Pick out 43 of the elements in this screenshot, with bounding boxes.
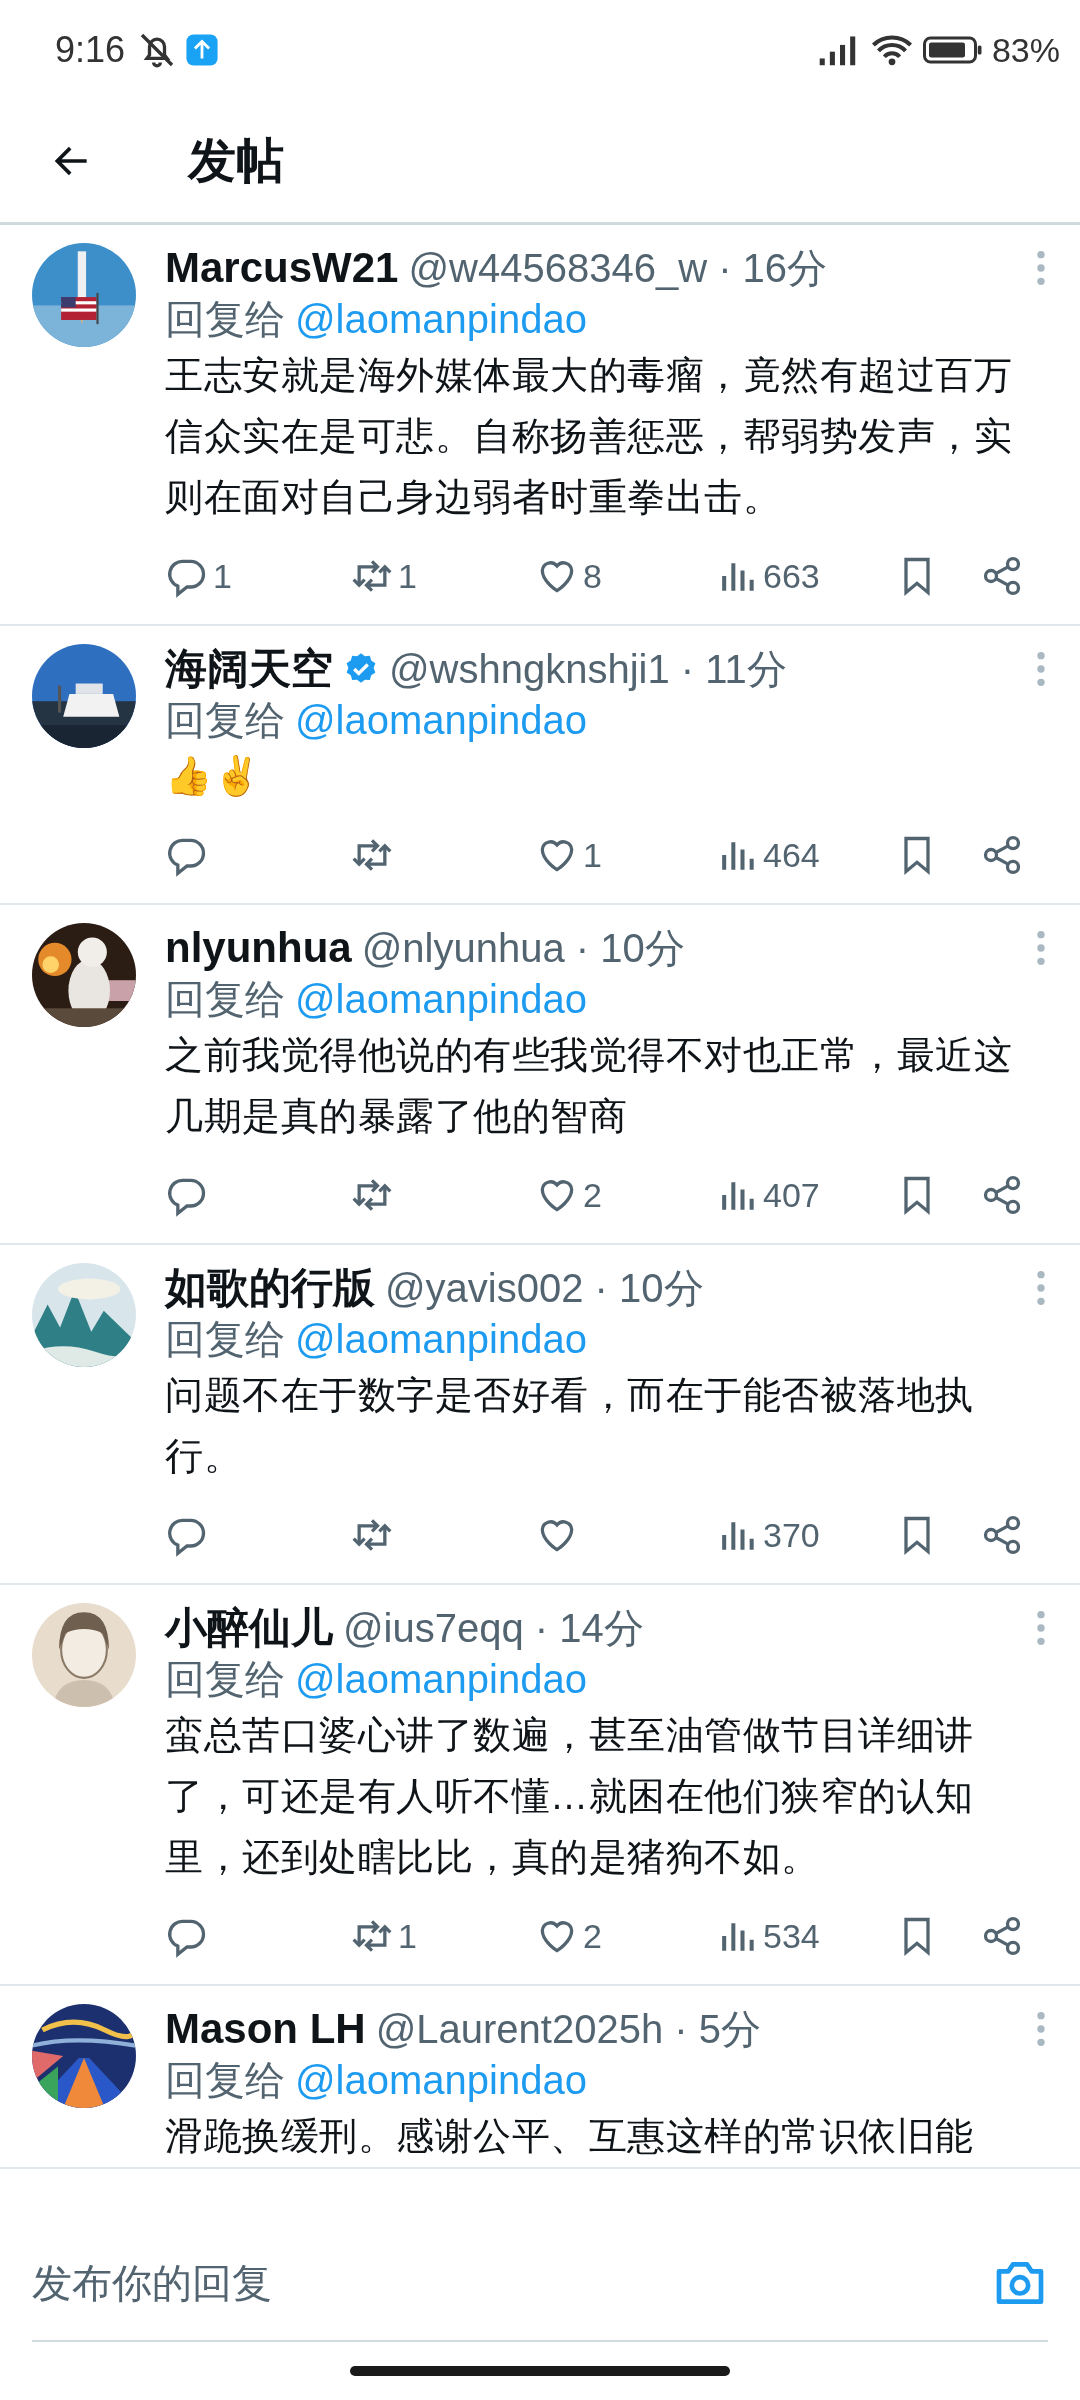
reply-label: 回复给 <box>165 1655 285 1703</box>
post-text: 之前我觉得他说的有些我觉得不对也正常，最近这几期是真的暴露了他的智商 <box>165 1033 1013 1139</box>
repost-button[interactable]: 1 <box>350 1914 535 1958</box>
battery-icon <box>921 35 984 65</box>
bar-chart-button[interactable]: 663 <box>715 554 895 598</box>
bar-chart-button[interactable]: 534 <box>715 1914 895 1958</box>
bar-chart-button[interactable]: 407 <box>715 1173 895 1217</box>
reply-label: 回复给 <box>165 2056 285 2104</box>
reply-label: 回复给 <box>165 295 285 343</box>
heart-button[interactable]: 1 <box>535 833 715 877</box>
handle-and-time: @wshngknshji1 · 11分 <box>389 645 788 693</box>
handle-and-time: @w44568346_w · 16分 <box>408 244 829 292</box>
handle-and-time: @yavis002 · 10分 <box>385 1264 705 1312</box>
display-name[interactable]: Mason LH <box>165 2005 366 2053</box>
reply-label: 回复给 <box>165 1315 285 1363</box>
heart-button[interactable]: 8 <box>535 554 715 598</box>
wifi-icon <box>869 33 914 67</box>
display-name[interactable]: 如歌的行版 <box>165 1260 375 1316</box>
heart-button[interactable]: 2 <box>535 1173 715 1217</box>
post-text: 王志安就是海外媒体最大的毒瘤，竟然有超过百万信众实在是可悲。自称扬善惩恶，帮弱势发声，实则在面对自己身边弱者时重拳出击。 <box>165 353 1013 520</box>
handle-and-time: @nlyunhua · 10分 <box>361 924 686 972</box>
page-title: 发帖 <box>188 133 284 189</box>
heart-button[interactable]: 2 <box>535 1914 715 1958</box>
reply-label: 回复给 <box>165 975 285 1023</box>
display-name[interactable]: MarcusW21 <box>165 244 399 292</box>
battery-percent: 83% <box>991 30 1060 70</box>
post-text: 滑跪换缓刑。感谢公平、互惠这样的常识依旧能 <box>165 2114 975 2159</box>
clock-time: 9:16 <box>55 29 126 71</box>
post-text: 蛮总苦口婆心讲了数遍，甚至油管做节目详细讲了，可还是有人听不懂…就困在他们狭窄的认知里，还到处瞎比比，真的是猪狗不如。 <box>165 1713 975 1880</box>
repost-button[interactable]: 1 <box>350 554 535 598</box>
reply-label: 回复给 <box>165 696 285 744</box>
post-text: 问题不在于数字是否好看，而在于能否被落地执行。 <box>165 1373 975 1479</box>
display-name[interactable]: 小醉仙儿 <box>165 1600 333 1656</box>
display-name[interactable]: nlyunhua <box>165 924 352 972</box>
handle-and-time: @ius7eqq · 14分 <box>343 1604 645 1652</box>
display-name[interactable]: 海阔天空 <box>165 641 333 697</box>
upload-icon <box>185 33 220 67</box>
reply-input-field[interactable]: 发布你的回复 <box>32 2260 992 2306</box>
bar-chart-button[interactable]: 464 <box>715 833 895 877</box>
reply-button[interactable]: 1 <box>165 554 350 598</box>
bar-chart-button[interactable]: 370 <box>715 1513 895 1557</box>
post-text: 👍✌ <box>165 754 261 799</box>
handle-and-time: @Laurent2025h · 5分 <box>375 2005 762 2053</box>
